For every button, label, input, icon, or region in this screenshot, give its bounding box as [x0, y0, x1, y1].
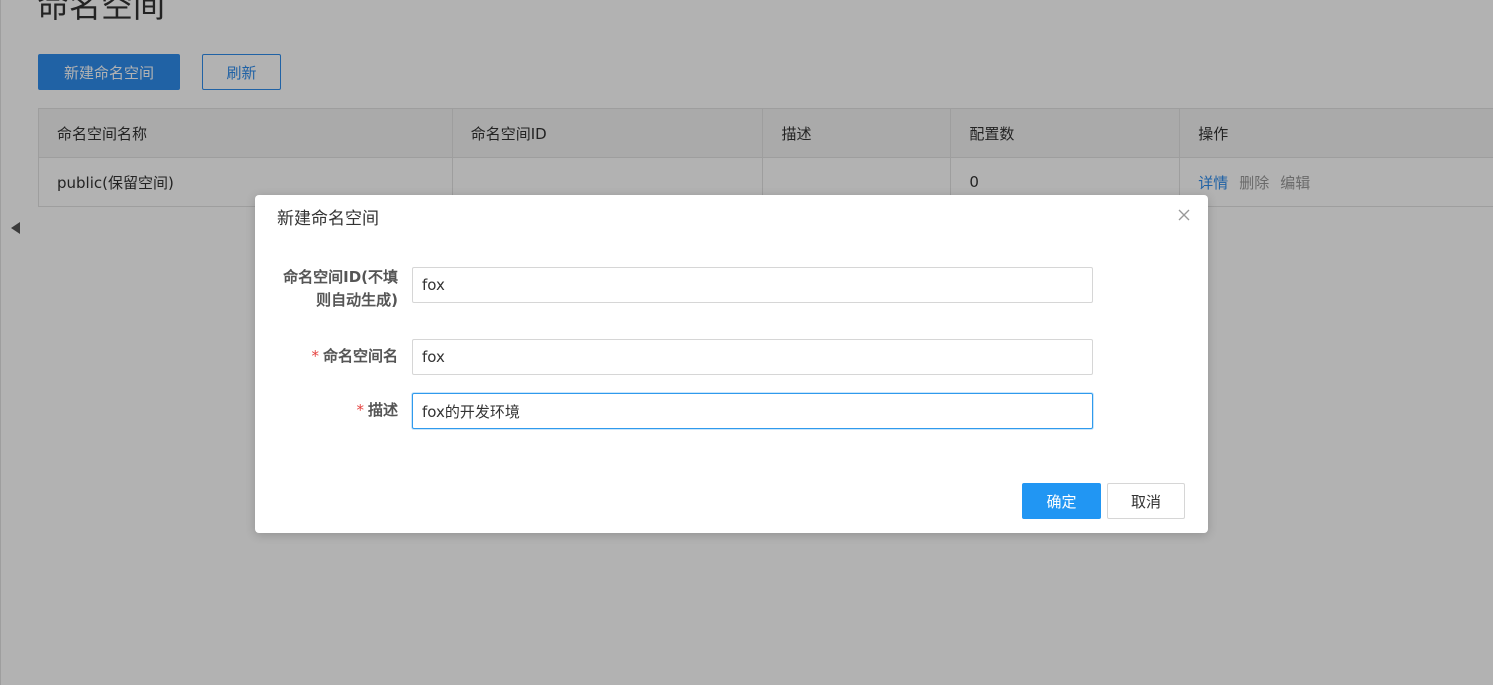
description-label: * 描述 [356, 399, 398, 422]
namespace-id-input[interactable] [412, 267, 1093, 303]
namespace-name-label: * 命名空间名 [311, 345, 398, 368]
namespace-name-input[interactable] [412, 339, 1093, 375]
close-icon[interactable] [1176, 207, 1192, 223]
required-mark: * [311, 347, 319, 365]
create-namespace-dialog: 新建命名空间 命名空间ID(不填 则自动生成) *命名空间名 *描述 确定 取消 [255, 195, 1208, 533]
description-label-text: 描述 [367, 401, 398, 419]
namespace-name-label-text: 命名空间名 [322, 347, 398, 365]
dialog-title: 新建命名空间 [277, 209, 379, 229]
cancel-button[interactable]: 取消 [1107, 483, 1185, 519]
description-input[interactable] [412, 393, 1093, 429]
confirm-button[interactable]: 确定 [1022, 483, 1101, 519]
required-mark: * [356, 401, 364, 419]
namespace-id-label: 命名空间ID(不填 则自动生成) [283, 268, 398, 309]
